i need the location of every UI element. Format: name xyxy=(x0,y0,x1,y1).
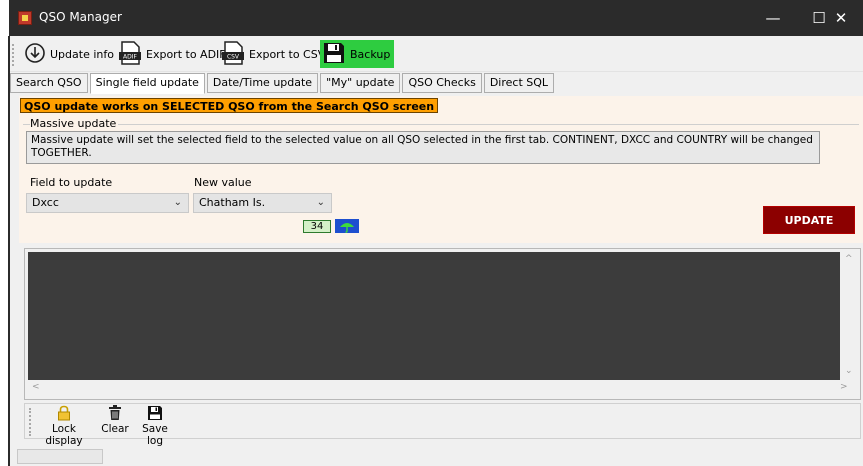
scroll-up-icon[interactable]: ^ xyxy=(845,254,853,264)
scroll-right-icon[interactable]: > xyxy=(840,382,848,392)
chevron-down-icon: ⌄ xyxy=(173,197,182,208)
field-to-update-label: Field to update xyxy=(30,176,113,189)
field-to-update-value: Dxcc xyxy=(32,196,59,209)
massive-update-group-title: Massive update xyxy=(30,117,119,130)
tab-strip: Search QSO Single field update Date/Time… xyxy=(10,73,556,94)
title-bar[interactable]: QSO Manager — ☐ ✕ xyxy=(9,0,863,36)
new-value-value: Chatham Is. xyxy=(199,196,266,209)
tab-qso-checks[interactable]: QSO Checks xyxy=(402,73,482,93)
save-log-button[interactable]: Save log xyxy=(134,405,176,447)
main-toolbar: Update info ADIF Export to ADIF CSV Expo… xyxy=(10,36,863,72)
field-to-update-select[interactable]: Dxcc ⌄ xyxy=(26,193,189,213)
tab-single-field-update[interactable]: Single field update xyxy=(89,73,205,94)
backup-label: Backup xyxy=(350,47,391,61)
export-adif-label: Export to ADIF xyxy=(146,47,226,61)
selected-count-badge: 34 xyxy=(303,220,331,233)
tab-direct-sql[interactable]: Direct SQL xyxy=(483,73,555,93)
update-button[interactable]: UPDATE xyxy=(763,206,855,234)
svg-text:ADIF: ADIF xyxy=(123,53,137,60)
backup-button[interactable]: Backup xyxy=(320,40,395,68)
lock-display-button[interactable]: Lock display xyxy=(33,405,95,447)
single-field-update-panel xyxy=(19,96,863,243)
chevron-down-icon: ⌄ xyxy=(316,197,325,208)
umbrella-icon[interactable] xyxy=(335,219,359,233)
export-adif-button[interactable]: ADIF Export to ADIF xyxy=(118,40,226,68)
clear-log-button[interactable]: Clear xyxy=(100,405,130,435)
update-info-label: Update info xyxy=(50,47,114,61)
new-value-label: New value xyxy=(194,176,252,189)
log-horizontal-scrollbar[interactable]: < > xyxy=(28,380,857,397)
tab-search-qso[interactable]: Search QSO xyxy=(10,73,88,93)
scroll-down-icon[interactable]: ⌄ xyxy=(845,366,853,376)
download-cloud-icon xyxy=(24,42,46,67)
save-log-label: Save log xyxy=(142,423,168,447)
padlock-icon xyxy=(33,405,95,421)
window-title: QSO Manager xyxy=(39,10,122,24)
status-panel xyxy=(17,449,103,464)
group-divider xyxy=(23,124,859,125)
minimize-button[interactable]: — xyxy=(750,0,796,36)
massive-update-description: Massive update will set the selected fie… xyxy=(26,131,820,164)
log-vertical-scrollbar[interactable]: ^ ⌄ xyxy=(840,252,857,380)
adif-file-icon: ADIF xyxy=(118,40,142,69)
update-info-button[interactable]: Update info xyxy=(24,40,114,68)
close-button[interactable]: ✕ xyxy=(819,0,863,36)
floppy-disk-icon xyxy=(322,41,346,68)
trash-icon xyxy=(100,405,130,421)
export-csv-button[interactable]: CSV Export to CSV xyxy=(221,40,325,68)
toolbar-grip xyxy=(12,44,14,66)
new-value-select[interactable]: Chatham Is. ⌄ xyxy=(193,193,332,213)
log-output[interactable] xyxy=(28,252,840,380)
tab-my-update[interactable]: "My" update xyxy=(320,73,401,93)
csv-file-icon: CSV xyxy=(221,40,245,69)
log-toolbar-grip xyxy=(29,408,31,436)
lock-display-label: Lock display xyxy=(45,423,83,447)
status-bar xyxy=(10,446,863,466)
svg-text:CSV: CSV xyxy=(227,53,240,60)
tab-date-time-update[interactable]: Date/Time update xyxy=(206,73,319,93)
qso-manager-window: QSO Manager — ☐ ✕ Update info ADIF Expor… xyxy=(0,0,863,466)
floppy-disk-icon xyxy=(134,405,176,421)
export-csv-label: Export to CSV xyxy=(249,47,326,61)
clear-label: Clear xyxy=(101,423,129,435)
selection-warning-label: QSO update works on SELECTED QSO from th… xyxy=(20,98,439,113)
scroll-left-icon[interactable]: < xyxy=(32,382,40,392)
app-icon xyxy=(18,11,32,25)
left-border-line xyxy=(8,36,10,466)
